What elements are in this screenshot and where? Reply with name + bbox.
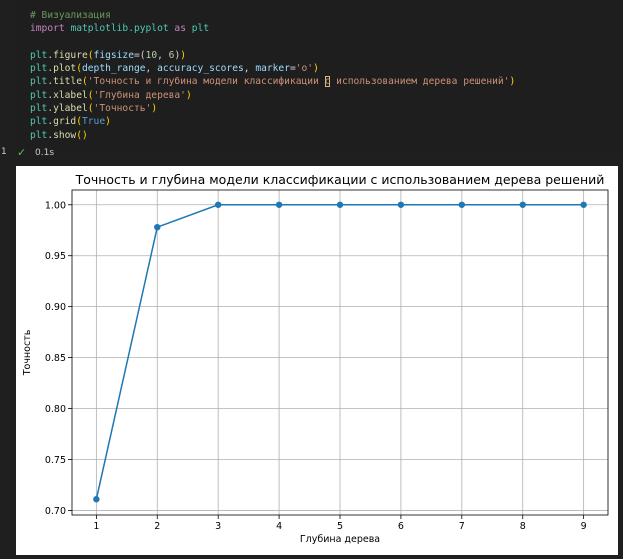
code-token: # Визуализация	[30, 10, 111, 21]
data-point	[336, 201, 344, 208]
y-tick-label: 1.00	[45, 200, 66, 211]
data-point	[154, 223, 161, 231]
code-token: 'Глубина дерева'	[93, 89, 186, 101]
data-point	[275, 201, 283, 208]
data-point	[93, 496, 100, 503]
code-line: plt.title('Точность и глубина модели кла…	[30, 75, 515, 88]
code-line: plt.figure(figsize=(10, 6))	[30, 49, 515, 62]
code-token: plt	[30, 129, 48, 141]
code-token: 'Точность и глубина модели классификации	[87, 76, 325, 88]
x-tick-label: 6	[398, 521, 404, 532]
cell-status-bar: 1 ✓ 0.1s	[0, 146, 200, 160]
code-token: ylabel	[53, 103, 88, 115]
x-tick-label: 1	[93, 521, 99, 532]
x-tick-label: 5	[337, 521, 343, 532]
code-token: import	[30, 23, 65, 35]
code-token: plt	[191, 23, 210, 35]
code-token: )	[185, 89, 192, 101]
code-token: as	[174, 23, 186, 35]
code-token: ,	[145, 63, 158, 75]
code-line: # Визуализация	[30, 9, 515, 22]
code-token: accuracy_scores	[157, 63, 244, 75]
cell-edge-marker: 1	[1, 147, 7, 157]
code-token: figure	[53, 49, 88, 61]
code-token: 'Точность'	[93, 103, 152, 115]
code-line: plt.show()	[30, 129, 515, 142]
code-token: plt	[30, 103, 48, 115]
y-tick-label: 0.95	[45, 251, 66, 262]
y-tick-label: 0.70	[45, 506, 66, 517]
x-tick-label: 9	[581, 521, 587, 532]
code-token: plt	[30, 63, 48, 75]
code-token: )	[180, 49, 187, 61]
code-line: plt.plot(depth_range, accuracy_scores, m…	[30, 62, 515, 75]
grid-lines	[72, 190, 608, 515]
code-token: figsize	[93, 49, 134, 61]
code-token: plt	[30, 76, 48, 88]
code-line: import matplotlib.pyplot as plt	[30, 22, 515, 35]
x-axis-ticks: 1 2 3 4 5 6 7 8 9	[93, 515, 587, 532]
code-line: plt.grid(True)	[30, 115, 515, 128]
data-point	[580, 201, 587, 208]
code-token: matplotlib.pyplot	[70, 23, 169, 35]
code-line: plt.xlabel('Глубина дерева')	[30, 89, 515, 102]
code-token: ,	[243, 63, 256, 75]
code-token: xlabel	[53, 89, 88, 101]
code-token: )	[105, 116, 111, 128]
y-axis-ticks: 0.70 0.75 0.80 0.85 0.90 0.95 1.00	[45, 200, 72, 517]
code-token: )	[509, 76, 516, 88]
code-token: depth_range	[82, 63, 146, 75]
code-token: ()	[76, 129, 88, 141]
data-point	[397, 201, 405, 208]
code-token: title	[53, 76, 82, 88]
execution-time: 0.1s	[35, 148, 55, 158]
code-token: 10	[145, 49, 158, 61]
code-token: plt	[30, 116, 48, 128]
code-token: 'o'	[295, 63, 314, 75]
x-tick-label: 2	[154, 521, 160, 532]
code-token: использованием дерева решений'	[330, 76, 510, 88]
code-token: marker	[255, 63, 290, 75]
code-token: plot	[53, 63, 77, 75]
code-token: grid	[53, 116, 77, 128]
y-axis-label: Точность	[22, 329, 33, 376]
code-token: True	[82, 116, 106, 128]
code-token: )	[151, 103, 158, 115]
y-tick-label: 0.90	[45, 302, 66, 313]
code-token: plt	[30, 89, 48, 101]
y-tick-label: 0.80	[45, 404, 66, 415]
code-cell[interactable]: # Визуализация import matplotlib.pyplot a…	[16, 0, 623, 150]
data-point	[458, 201, 466, 208]
x-tick-label: 8	[520, 521, 526, 532]
code-token: show	[53, 129, 77, 141]
code-token: )	[313, 63, 319, 75]
data-point	[214, 201, 222, 208]
x-tick-label: 4	[276, 521, 282, 532]
chart-title: Точность и глубина модели классификации …	[75, 172, 605, 187]
code-line: plt.ylabel('Точность')	[30, 102, 515, 115]
x-tick-label: 3	[215, 521, 221, 532]
x-tick-label: 7	[459, 521, 465, 532]
code-editor[interactable]: # Визуализация import matplotlib.pyplot a…	[30, 9, 515, 142]
line-chart: 0.70 0.75 0.80 0.85 0.90 0.95 1.00 1 2 3 4 5 6 7 8 9 Т…	[22, 172, 609, 545]
code-token: ,	[157, 49, 169, 61]
code-token: plt	[30, 49, 48, 61]
y-tick-label: 0.75	[45, 455, 66, 466]
data-point	[519, 201, 526, 208]
x-axis-label: Глубина дерева	[300, 534, 380, 545]
check-icon: ✓	[17, 146, 27, 159]
plot-output: 0.70 0.75 0.80 0.85 0.90 0.95 1.00 1 2 3 4 5 6 7 8 9 Т…	[16, 166, 618, 555]
y-tick-label: 0.85	[45, 353, 66, 364]
